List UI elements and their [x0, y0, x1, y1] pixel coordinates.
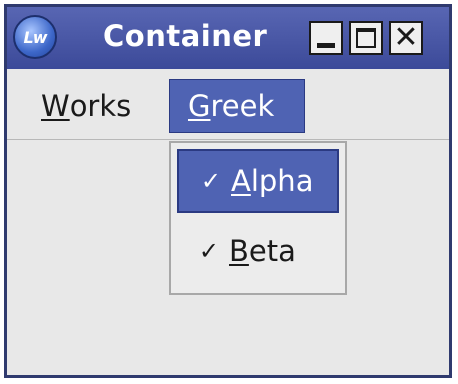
title-bar[interactable]: Lw Container ✕ [7, 7, 449, 69]
menu-works-label: orks [69, 89, 132, 123]
close-button[interactable]: ✕ [389, 21, 423, 55]
menu-works-mnemonic: W [41, 89, 70, 123]
app-logo-text: Lw [23, 27, 48, 47]
container-window: Lw Container ✕ Works Greek ✓ Alpha ✓ Bet… [4, 4, 452, 378]
close-icon: ✕ [393, 20, 419, 55]
menu-item-alpha-label: lpha [250, 164, 314, 198]
app-logo-icon[interactable]: Lw [13, 15, 57, 59]
menu-item-alpha[interactable]: ✓ Alpha [177, 149, 339, 213]
menu-item-beta[interactable]: ✓ Beta [177, 219, 339, 283]
menu-item-beta-label: eta [248, 234, 296, 268]
checkmark-icon: ✓ [198, 237, 219, 265]
menu-greek[interactable]: Greek [169, 79, 305, 133]
menu-item-beta-mnemonic: B [229, 234, 249, 268]
maximize-icon [356, 28, 376, 48]
minimize-icon [317, 43, 335, 48]
maximize-button[interactable] [349, 21, 383, 55]
checkmark-icon: ✓ [200, 167, 221, 195]
menu-item-alpha-mnemonic: A [231, 164, 251, 198]
window-title: Container [103, 19, 268, 53]
menu-greek-mnemonic: G [188, 89, 211, 123]
minimize-button[interactable] [309, 21, 343, 55]
menu-greek-label: reek [210, 89, 275, 123]
menu-bar: Works Greek [7, 69, 449, 140]
menu-works[interactable]: Works [23, 79, 149, 133]
greek-dropdown-menu: ✓ Alpha ✓ Beta [169, 141, 347, 295]
